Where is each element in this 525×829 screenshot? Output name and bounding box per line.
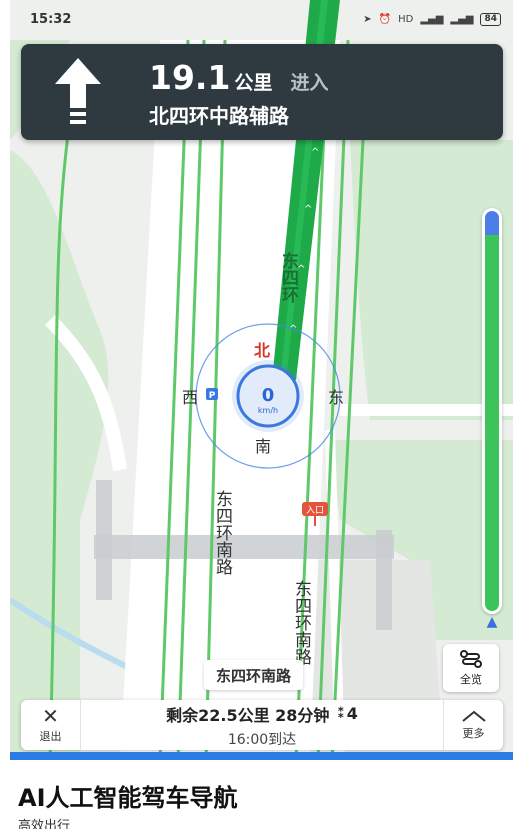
signal-icon-2: ▂▄▆ xyxy=(450,13,474,25)
turn-guidance-card: 19.1 公里 进入 北四环中路辅路 xyxy=(21,44,503,140)
svg-text:^: ^ xyxy=(311,147,319,158)
exit-button[interactable]: ✕ 退出 xyxy=(21,700,81,750)
entrance-label: 入口 xyxy=(306,505,324,516)
trip-remaining-row: 剩余22.5公里 28分钟 ⁑ 4 xyxy=(166,702,358,726)
trip-arrival: 16:00到达 xyxy=(227,731,297,748)
overpass-pillar-left xyxy=(96,480,112,600)
trip-summary-bar: ✕ 退出 剩余22.5公里 28分钟 ⁑ 4 16:00到达 更多 xyxy=(21,700,503,750)
speed-unit: km/h xyxy=(258,406,278,415)
compass-south: 南 xyxy=(255,437,271,456)
article-title: AI人工智能驾车导航 xyxy=(18,784,238,812)
trip-info: 剩余22.5公里 28分钟 ⁑ 4 16:00到达 xyxy=(81,700,443,750)
guidance-distance: 19.1 xyxy=(149,58,231,97)
alarm-icon: ⏰ xyxy=(378,13,392,25)
navigation-screen: ^ ^ ^ ^ 东四环 东四环南路 东四环南路 0 km/h 北 南 东 西 P… xyxy=(10,0,513,760)
guidance-distance-row: 19.1 公里 进入 xyxy=(149,58,328,97)
traffic-light-icon: ⁑ xyxy=(337,705,345,722)
article-subtitle: 高效出行 xyxy=(18,819,71,829)
route-progress-bar xyxy=(482,208,502,614)
overview-label: 全览 xyxy=(460,673,482,686)
chevron-up-icon xyxy=(461,710,486,722)
bottom-accent-strip xyxy=(10,752,513,760)
status-bar: 15:32 ➤ ⏰ HD ▂▄▆ ▂▄▆ 84 xyxy=(10,0,513,38)
battery-icon: 84 xyxy=(480,12,501,26)
svg-text:^: ^ xyxy=(297,264,305,275)
hd-label: HD xyxy=(398,13,414,25)
progress-traveled xyxy=(485,211,499,235)
arrow-straight-up-icon xyxy=(55,58,101,124)
current-road-label: 东四环南路 xyxy=(204,660,304,690)
guidance-action: 进入 xyxy=(290,72,329,94)
svg-text:^: ^ xyxy=(304,204,312,215)
compass-west: 西 xyxy=(182,388,198,407)
road-label-upper: 东四环 xyxy=(278,251,299,304)
road-label-lower-left: 东四环南路 xyxy=(212,490,233,575)
guidance-road-name: 北四环中路辅路 xyxy=(149,104,289,128)
traffic-light-value: 4 xyxy=(346,704,358,723)
speed-value: 0 xyxy=(262,385,275,406)
overpass xyxy=(94,535,394,559)
progress-position-icon: ▲ xyxy=(486,614,498,630)
trip-remaining: 剩余22.5公里 28分钟 xyxy=(166,705,330,725)
compass-north: 北 xyxy=(254,341,270,360)
progress-remaining xyxy=(485,235,499,611)
compass-east: 东 xyxy=(328,388,344,407)
status-icons: ➤ ⏰ HD ▂▄▆ ▂▄▆ 84 xyxy=(363,12,501,26)
route-overview-icon xyxy=(460,650,482,668)
guidance-unit: 公里 xyxy=(234,72,273,94)
signal-icon: ▂▄▆ xyxy=(420,13,444,25)
parking-icon-glyph: P xyxy=(209,391,216,401)
status-time: 15:32 xyxy=(30,11,72,27)
more-button[interactable]: 更多 xyxy=(443,700,503,750)
exit-label: 退出 xyxy=(39,730,62,743)
location-icon: ➤ xyxy=(363,13,372,25)
road-label-lower-right: 东四环南路 xyxy=(291,580,312,665)
traffic-light-count: ⁑ 4 xyxy=(337,704,357,723)
more-label: 更多 xyxy=(462,727,485,740)
overview-button[interactable]: 全览 xyxy=(443,644,499,692)
overpass-pillar-right xyxy=(376,530,392,630)
close-icon: ✕ xyxy=(42,704,59,728)
